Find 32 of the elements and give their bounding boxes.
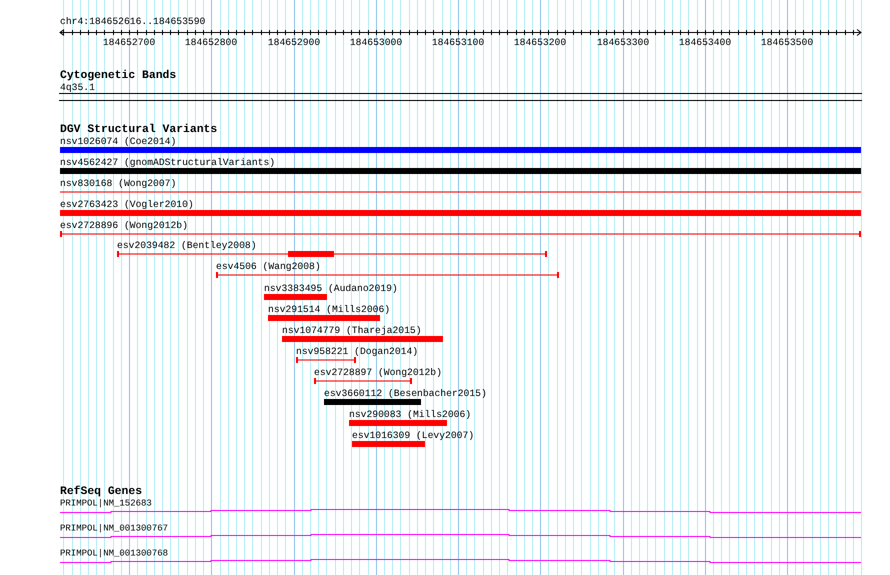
tick-label: 184653000 <box>350 37 402 48</box>
ruler-location: chr4:184652616..184653590 <box>60 16 206 27</box>
track-title: Cytogenetic Bands <box>60 70 176 82</box>
tick-label: 184652700 <box>102 37 156 48</box>
tick-label: 184652800 <box>184 37 238 48</box>
band-label: 4q35.1 <box>60 82 95 93</box>
variant-label: nsv1074779 (Thareja2015) <box>282 325 422 336</box>
tick-label: 184653500 <box>760 37 814 48</box>
gene-label: PRIMPOL|NM_001300768 <box>60 548 168 558</box>
variant-label: esv2728897 (Wong2012b) <box>314 367 442 378</box>
variant-label: nsv958221 (Dogan2014) <box>296 346 418 357</box>
variant-label: esv2763423 (Vogler2010) <box>60 199 194 210</box>
variant-label: esv2039482 (Bentley2008) <box>117 240 257 251</box>
tick-label: 184653200 <box>514 37 566 48</box>
gene-label: PRIMPOL|NM_152683 <box>60 498 152 508</box>
tick-label: 184653300 <box>596 37 650 48</box>
tick-label: 184652900 <box>268 37 320 48</box>
variant-label: nsv3383495 (Audano2019) <box>264 283 398 294</box>
tick-label: 184653400 <box>678 37 732 48</box>
gene-label: PRIMPOL|NM_001300767 <box>60 524 168 534</box>
variant-label: nsv291514 (Mills2006) <box>268 304 390 315</box>
variant-label: esv3660112 (Besenbacher2015) <box>324 388 487 399</box>
tick-label: 184653100 <box>432 37 484 48</box>
variant-label: esv2728896 (Wong2012b) <box>60 220 188 231</box>
track-title: RefSeq Genes <box>60 486 142 498</box>
variant-label: nsv830168 (Wong2007) <box>60 178 176 189</box>
track-title: DGV Structural Variants <box>60 124 218 136</box>
variant-label: nsv290083 (Mills2006) <box>349 409 472 420</box>
variant-label: nsv4562427 (gnomADStructuralVariants) <box>60 157 276 168</box>
variant-label: esv4506 (Wang2008) <box>216 261 321 272</box>
variant-label: esv1016309 (Levy2007) <box>352 430 474 441</box>
variant-label: nsv1026074 (Coe2014) <box>60 136 176 147</box>
